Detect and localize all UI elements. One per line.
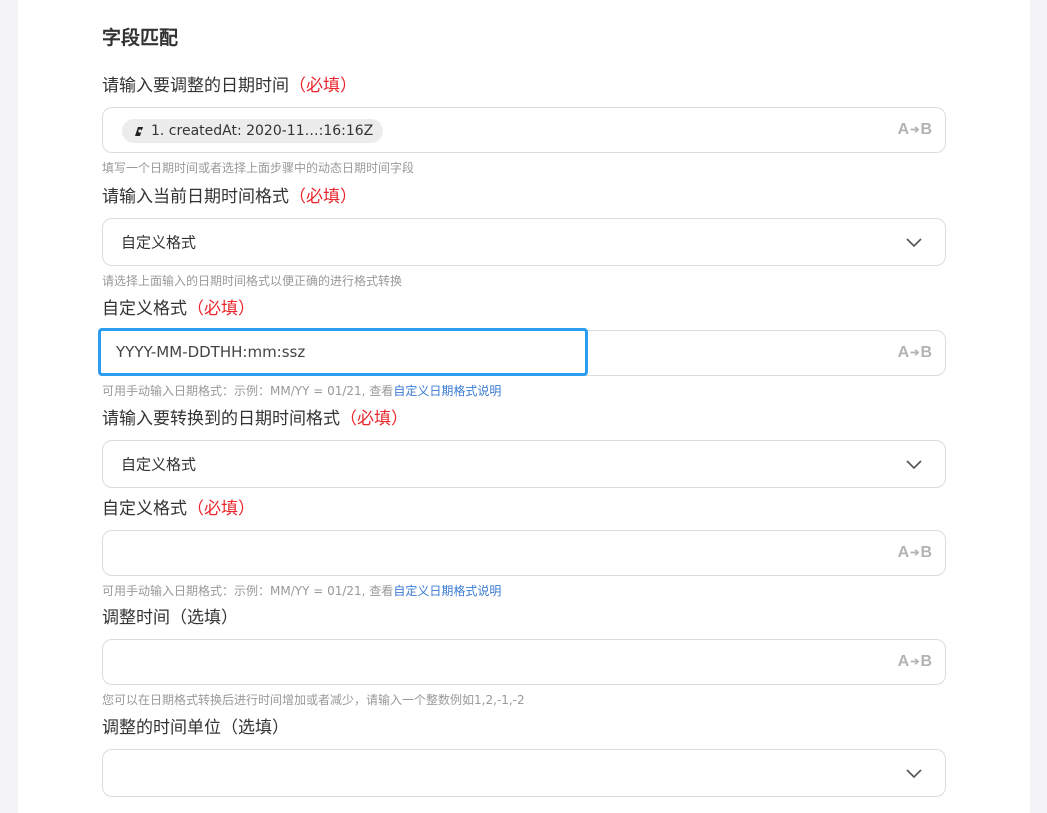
- current-format-hint: 请选择上面输入的日期时间格式以便正确的进行格式转换: [102, 274, 403, 288]
- datetime-input[interactable]: 1. createdAt: 2020-11…:16:16Z A➔B: [102, 107, 946, 153]
- current-format-label: 请输入当前日期时间格式（必填）: [102, 187, 357, 207]
- dynamic-field-chip[interactable]: 1. createdAt: 2020-11…:16:16Z: [122, 119, 384, 143]
- adjust-time-input[interactable]: A➔B: [102, 639, 946, 685]
- custom-format-docs-link[interactable]: 自定义日期格式说明: [393, 584, 501, 598]
- text-mode-toggle-icon[interactable]: A➔B: [898, 121, 932, 139]
- chevron-down-icon: [906, 769, 922, 779]
- current-format-select[interactable]: 自定义格式: [102, 218, 946, 266]
- input-value: YYYY-MM-DDTHH:mm:ssz: [116, 343, 306, 361]
- required-mark: （必填）: [187, 499, 255, 519]
- section-title: 字段匹配: [102, 27, 179, 49]
- custom-format-label-1: 自定义格式（必填）: [102, 299, 255, 319]
- chevron-down-icon: [906, 238, 922, 248]
- adjust-time-hint: 您可以在日期格式转换后进行时间增加或者减少，请输入一个整数例如1,2,-1,-2: [102, 693, 525, 707]
- text-mode-toggle-icon[interactable]: A➔B: [898, 653, 932, 671]
- required-mark: （必填）: [340, 409, 408, 429]
- chevron-down-icon: [906, 460, 922, 470]
- custom-format-field-2: 自定义格式（必填） A➔B 可用手动输入日期格式：示例：MM/YY = 01/2…: [102, 497, 946, 599]
- select-value: 自定义格式: [121, 233, 197, 252]
- target-format-select[interactable]: 自定义格式: [102, 440, 946, 488]
- custom-format-hint-2: 可用手动输入日期格式：示例：MM/YY = 01/21, 查看自定义日期格式说明: [102, 584, 502, 598]
- app-logo-icon: [135, 127, 143, 136]
- adjust-unit-label: 调整的时间单位（选填）: [102, 718, 289, 738]
- custom-format-label-2: 自定义格式（必填）: [102, 499, 255, 519]
- adjust-time-field: 调整时间（选填） A➔B 您可以在日期格式转换后进行时间增加或者减少，请输入一个…: [102, 606, 946, 708]
- datetime-label: 请输入要调整的日期时间（必填）: [102, 76, 357, 96]
- custom-format-field-1: 自定义格式（必填） YYYY-MM-DDTHH:mm:ssz A➔B 可用手动输…: [98, 297, 946, 399]
- datetime-field: 请输入要调整的日期时间（必填） 1. createdAt: 2020-11…:1…: [102, 74, 946, 176]
- custom-format-text-input[interactable]: YYYY-MM-DDTHH:mm:ssz: [98, 328, 588, 376]
- custom-format-input-2[interactable]: A➔B: [102, 530, 946, 576]
- datetime-hint: 填写一个日期时间或者选择上面步骤中的动态日期时间字段: [102, 161, 415, 175]
- adjust-unit-field: 调整的时间单位（选填）: [102, 716, 946, 797]
- required-mark: （必填）: [187, 299, 255, 319]
- chip-text: 1. createdAt: 2020-11…:16:16Z: [151, 123, 374, 139]
- text-mode-toggle-icon[interactable]: A➔B: [898, 544, 932, 562]
- target-format-field: 请输入要转换到的日期时间格式（必填） 自定义格式: [102, 407, 946, 488]
- custom-format-input-1[interactable]: YYYY-MM-DDTHH:mm:ssz A➔B: [98, 328, 946, 376]
- required-mark: （必填）: [289, 187, 357, 207]
- target-format-label: 请输入要转换到的日期时间格式（必填）: [102, 409, 408, 429]
- custom-format-hint-1: 可用手动输入日期格式：示例：MM/YY = 01/21, 查看自定义日期格式说明: [102, 384, 502, 398]
- adjust-unit-select[interactable]: [102, 749, 946, 797]
- select-value: 自定义格式: [121, 455, 197, 474]
- text-mode-toggle-icon[interactable]: A➔B: [898, 344, 932, 362]
- current-format-field: 请输入当前日期时间格式（必填） 自定义格式 请选择上面输入的日期时间格式以便正确…: [102, 185, 946, 289]
- adjust-time-label: 调整时间（选填）: [102, 608, 238, 628]
- custom-format-docs-link[interactable]: 自定义日期格式说明: [393, 384, 501, 398]
- required-mark: （必填）: [289, 76, 357, 96]
